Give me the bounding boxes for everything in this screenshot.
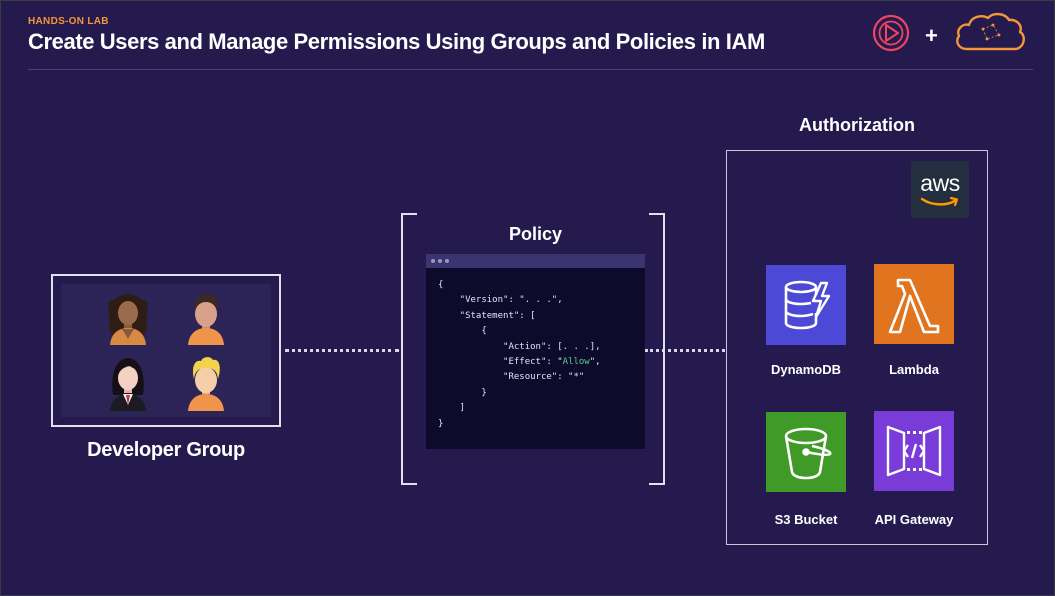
code-line: "Statement": [ [438,310,536,321]
dynamodb-label: DynamoDB [770,362,842,377]
eyebrow-label: HANDS-ON LAB [28,16,109,27]
policy-title: Policy [508,224,563,244]
policy-code-window: { "Version": ". . .", "Statement": [ { "… [426,254,645,449]
code-window-titlebar [426,254,645,268]
aws-logo-icon: aws [911,161,969,218]
developer-group-label: Developer Group [87,439,245,461]
developer-group-box [51,274,281,427]
developer-group-panel [61,284,271,417]
s3-bucket-tile [766,412,846,497]
authorization-title: Authorization [799,115,915,135]
slide-title: Create Users and Manage Permissions Usin… [28,29,765,54]
code-line: { [438,326,487,337]
plus-sign: + [925,23,938,48]
dynamodb-icon [766,265,846,345]
code-line: } [438,387,487,398]
header-divider [28,69,1033,70]
avatar-man-dark-icon [183,291,229,350]
code-line: ", [589,357,601,368]
avatar-man-blonde-icon [183,355,229,416]
window-dot-icon [445,259,449,263]
code-line: "Resource": "*" [438,372,585,383]
left-bracket [401,213,417,485]
slide: HANDS-ON LAB Create Users and Manage Per… [0,0,1055,596]
s3-bucket-label: S3 Bucket [774,512,838,527]
api-gateway-label: API Gateway [874,512,954,527]
s3-bucket-icon [766,412,846,492]
policy-json: { "Version": ". . .", "Statement": [ { "… [438,278,601,432]
lambda-tile [874,264,954,349]
connector-left [285,349,399,352]
api-gateway-tile [874,411,954,496]
play-logo-icon [871,13,911,58]
right-bracket [649,213,665,485]
code-line: { [438,280,444,290]
code-line: "Version": ". . .", [438,295,563,306]
avatar-woman-blazer-icon [105,355,151,416]
code-line: "Effect": " [438,357,563,368]
aws-logo-text: aws [920,170,960,196]
lambda-label: Lambda [889,362,939,377]
window-dot-icon [431,259,435,263]
code-line: "Action": [. . .], [438,341,601,352]
lambda-icon [874,264,954,344]
api-gateway-icon [874,411,954,491]
window-dot-icon [438,259,442,263]
code-line: ] [438,403,466,414]
dynamodb-tile [766,265,846,350]
cloud-logo-icon [953,11,1027,58]
avatar-woman-curly-icon [105,291,151,350]
code-line: } [438,418,444,429]
allow-value: Allow [562,357,590,368]
